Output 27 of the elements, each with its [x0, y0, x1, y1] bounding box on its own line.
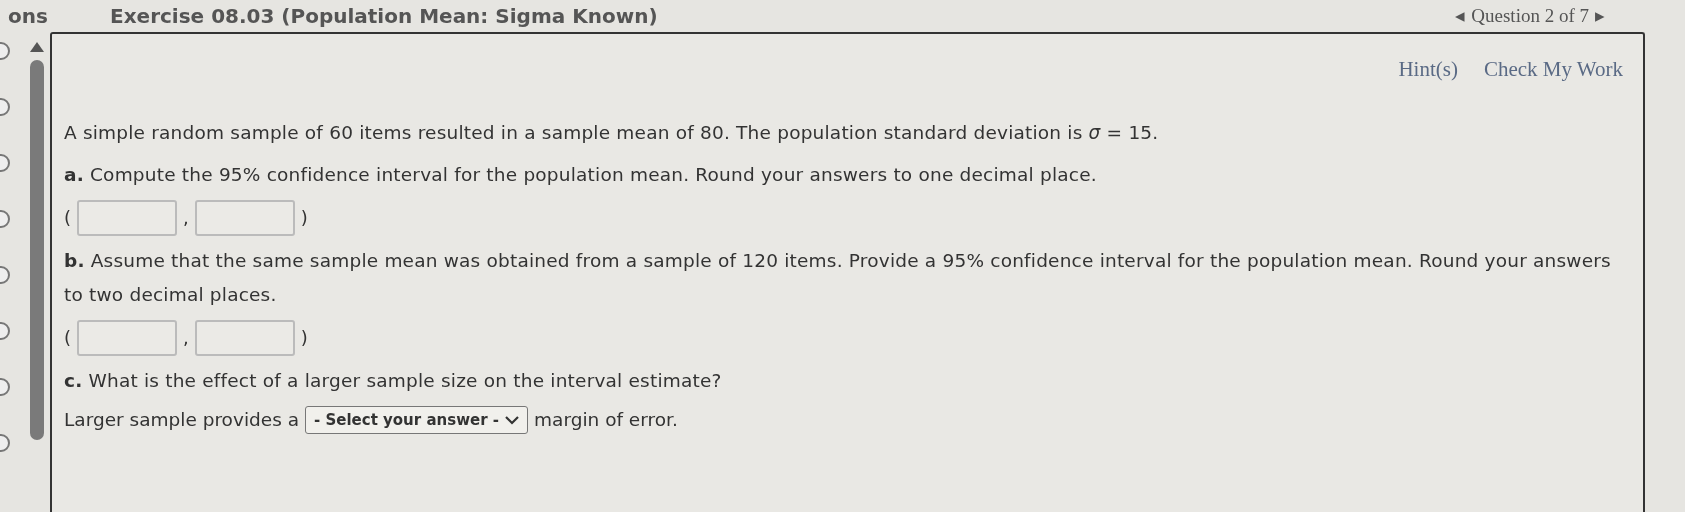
comma-separator: , — [183, 326, 189, 350]
action-link[interactable]: Check My Work — [1483, 54, 1623, 86]
exercise-title: Exercise 08.03 (Population Mean: Sigma Known) — [110, 4, 659, 28]
sentence-text: Larger sample provides a — [64, 407, 299, 432]
scrollbar-thumb[interactable] — [30, 60, 44, 440]
question-text: b. Assume that the same sample mean was obtained from a sample of 120 items. Provide a 95% confidence interval for the population mean. Round your answers to two decimal places. — [64, 248, 1612, 307]
answer-field[interactable] — [77, 319, 178, 356]
open-parenthesis: ( — [64, 326, 72, 350]
question-text: c. What is the effect of a larger sample size on the interval estimate? — [64, 368, 723, 393]
close-parenthesis: ) — [300, 206, 308, 230]
question-text: A simple random sample of 60 items resulted in a sample mean of 80. The population standard deviation is σ = 15. — [64, 120, 1160, 145]
answer-field[interactable] — [77, 199, 178, 236]
scroll-up-arrow-icon[interactable] — [30, 42, 44, 52]
header-fragment: ons — [7, 4, 49, 28]
previous-question-arrow[interactable]: ◂ — [1455, 1, 1466, 31]
open-parenthesis: ( — [64, 206, 72, 230]
answer-field[interactable] — [194, 319, 295, 356]
question-text: a. Compute the 95% confidence interval for the population mean. Round your answers to one decimal place. — [64, 162, 1098, 187]
sentence-text: margin of error. — [534, 407, 678, 432]
answer-field[interactable] — [194, 199, 295, 236]
answer-dropdown[interactable]: - Select your answer - — [305, 405, 529, 434]
action-link[interactable]: Hint(s) — [1398, 54, 1458, 86]
close-parenthesis: ) — [300, 326, 308, 350]
chevron-down-icon — [505, 414, 520, 425]
comma-separator: , — [183, 206, 189, 230]
question-counter: Question 2 of 7 — [1471, 3, 1589, 28]
next-question-arrow[interactable]: ▸ — [1595, 1, 1605, 31]
